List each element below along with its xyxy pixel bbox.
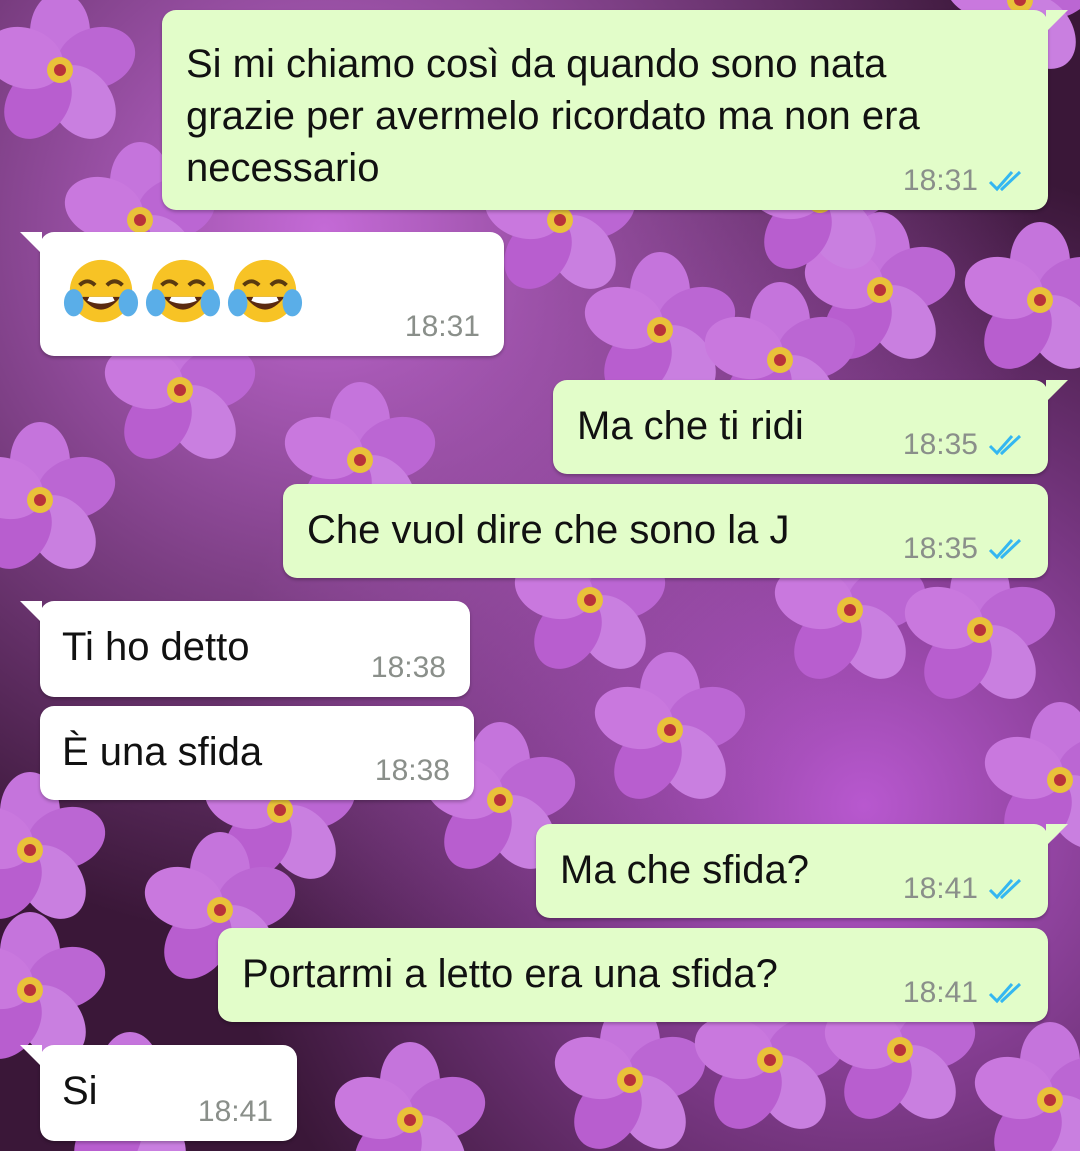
message-text: Che vuol dire che sono la J: [307, 508, 790, 552]
double-check-read-icon: [988, 170, 1022, 192]
message-time: 18:41: [197, 1095, 273, 1128]
message-time: 18:31: [404, 310, 480, 343]
double-check-read-icon: [988, 878, 1022, 900]
message-time: 18:38: [374, 754, 450, 787]
message-meta: 18:41: [198, 1095, 273, 1129]
message-meta: 18:41: [903, 872, 1026, 906]
message-time: 18:35: [902, 532, 978, 565]
message-bubble-outgoing[interactable]: Portarmi a letto era una sfida? 18:41: [218, 928, 1048, 1022]
message-meta: 18:35: [903, 532, 1026, 566]
message-time: 18:31: [902, 164, 978, 197]
message-meta: 18:35: [903, 428, 1026, 462]
message-bubble-incoming[interactable]: Ti ho detto 18:38: [20, 601, 470, 697]
message-time: 18:41: [902, 872, 978, 905]
message-bubble-incoming[interactable]: È una sfida 18:38: [40, 706, 474, 800]
message-bubble-outgoing[interactable]: Ma che sfida? 18:41: [536, 824, 1068, 918]
emoji-row: [62, 254, 308, 332]
message-meta: 18:31: [903, 164, 1026, 198]
double-check-read-icon: [988, 538, 1022, 560]
double-check-read-icon: [988, 982, 1022, 1004]
face-with-tears-of-joy-icon: [227, 259, 303, 323]
message-time: 18:41: [902, 976, 978, 1009]
message-time: 18:38: [370, 651, 446, 684]
message-bubble-incoming[interactable]: Si 18:41: [20, 1045, 297, 1141]
message-meta: 18:38: [371, 651, 446, 685]
message-text: Si mi chiamo così da quando sono nata gr…: [186, 42, 920, 190]
message-meta: 18:38: [375, 754, 450, 788]
message-text: Si: [62, 1069, 98, 1113]
face-with-tears-of-joy-icon: [145, 259, 221, 323]
message-text: È una sfida: [62, 730, 263, 774]
message-time: 18:35: [902, 428, 978, 461]
message-bubble-outgoing[interactable]: Che vuol dire che sono la J 18:35: [283, 484, 1048, 578]
message-bubble-outgoing[interactable]: Ma che ti ridi 18:35: [553, 380, 1068, 474]
double-check-read-icon: [988, 434, 1022, 456]
message-text: Ma che sfida?: [560, 848, 810, 892]
message-text: Ti ho detto: [62, 625, 250, 669]
message-meta: 18:31: [405, 310, 480, 344]
message-bubble-outgoing[interactable]: Si mi chiamo così da quando sono nata gr…: [162, 10, 1068, 210]
message-bubble-incoming[interactable]: 18:31: [20, 232, 504, 356]
message-meta: 18:41: [903, 976, 1026, 1010]
face-with-tears-of-joy-icon: [63, 259, 139, 323]
message-text: Ma che ti ridi: [577, 404, 804, 448]
message-text: Portarmi a letto era una sfida?: [242, 952, 778, 996]
